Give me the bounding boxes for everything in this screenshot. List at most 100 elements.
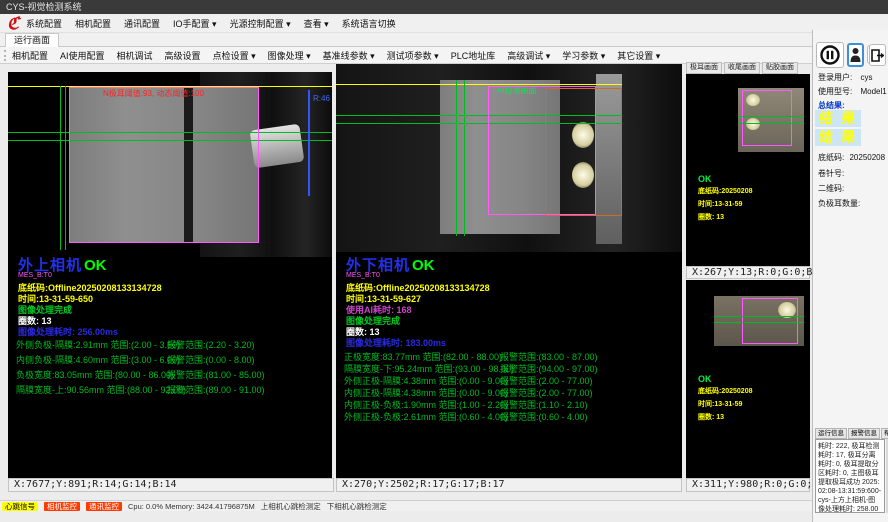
- measurement-list: 正极宽度:83.77mm 范围:(82.00 - 88.00) 报警范围:(83…: [336, 350, 666, 422]
- log-tab[interactable]: 运行信息: [815, 428, 847, 439]
- toolbar-button[interactable]: 高级设置: [165, 49, 201, 62]
- measurement-row: 隔膜宽度-上:90.56mm 范围:(88.00 - 92.00) 报警范围:(…: [8, 383, 332, 398]
- roi-rect-orange: [545, 88, 622, 216]
- annotation-green-hline: [714, 322, 804, 323]
- log-tab[interactable]: 帮助信息: [881, 428, 888, 439]
- login-value: cys: [860, 73, 872, 82]
- coords-bar-lower: X:270;Y:2502;R:17;G:17;B:17: [336, 478, 682, 492]
- control-panel: 登录用户: cys 使用型号: Model1 总结果: 结 果 结 果 底纸码:…: [812, 30, 888, 522]
- menu-item[interactable]: 系统配置: [26, 17, 62, 30]
- aux-view-tab[interactable]: 收尾画面: [724, 62, 760, 74]
- annotation-green-vline: [456, 80, 457, 236]
- measurement-row: 负极宽度:83.05mm 范围:(80.00 - 86.00) 报警范围:(81…: [8, 368, 332, 383]
- app-logo-icon: ℭ: [3, 15, 23, 34]
- alarm-range: 报警范围:(2.20 - 3.20): [167, 338, 255, 351]
- toolbar-button[interactable]: 图像处理 ▾: [268, 49, 311, 62]
- toolbar-grip-icon[interactable]: [4, 50, 7, 61]
- pause-icon: [820, 45, 840, 65]
- tab-count-field: 负极耳数量:: [818, 198, 863, 209]
- toolbar-button[interactable]: 相机调试: [117, 49, 153, 62]
- measurement-value: 内侧负极-隔膜:4.60mm 范围:(3.00 - 6.00): [16, 353, 180, 366]
- proc-time-line: 图像处理耗时: 183.00ms: [346, 336, 446, 349]
- measurement-row: 正极宽度:83.77mm 范围:(82.00 - 88.00) 报警范围:(83…: [336, 350, 666, 362]
- toolbar-button[interactable]: 基准线参数 ▾: [323, 49, 375, 62]
- toolbar-button[interactable]: PLC地址库: [451, 49, 496, 62]
- mes-line: MES_B:T0: [18, 272, 52, 279]
- camera-view-lower[interactable]: AI检测画面 外下相机OK MES_B:T0 底纸码:Offline202502…: [336, 64, 682, 478]
- aux-info-line: 圈数: 13: [698, 412, 752, 422]
- aux-info-lines: 底纸码:20250208时间:13-31-59圈数: 13: [698, 386, 752, 422]
- exit-button[interactable]: [869, 44, 886, 66]
- toolbar-button[interactable]: 相机配置: [12, 49, 48, 62]
- measurement-row: 内侧正极-隔膜:4.38mm 范围:(0.00 - 9.00) 报警范围:(2.…: [336, 386, 666, 398]
- aux-info-lines: 底纸码:20250208 时间:13-31-59 圈数: 13: [698, 186, 752, 222]
- result-ok: OK: [84, 257, 107, 274]
- roi-threshold-label: N极耳阈值:93, 动态阈值:100: [103, 88, 204, 99]
- camera-view-upper[interactable]: N极耳阈值:93, 动态阈值:100 R:46 外上相机OK MES_B:T0 …: [8, 72, 332, 478]
- status-bar: 心跳信号 相机监控 通讯监控 Cpu: 0.0% Memory: 3424.41…: [0, 500, 812, 511]
- alarm-range: 报警范围:(0.00 - 8.00): [167, 353, 255, 366]
- alarm-range: 报警范围:(89.00 - 91.00): [167, 383, 265, 396]
- aux-info-line: 时间:13-31-59: [698, 199, 752, 209]
- menu-item[interactable]: 查看 ▾: [304, 17, 329, 30]
- needle-field: 卷针号:: [818, 168, 847, 179]
- comm-monitor-badge[interactable]: 通讯监控: [86, 502, 122, 511]
- result-ok: OK: [412, 257, 435, 274]
- measurement-row: 外侧负极-隔膜:2.91mm 范围:(2.00 - 3.50) 报警范围:(2.…: [8, 338, 332, 353]
- measurement-row: 外侧正极-负极:2.61mm 范围:(0.60 - 4.00) 报警范围:(0.…: [336, 410, 666, 422]
- login-label: 登录用户:: [818, 73, 852, 82]
- roi-rect-magenta: [742, 90, 792, 146]
- annotation-yellow-line: [336, 84, 622, 85]
- aux-view-tab[interactable]: 贴胶画面: [762, 62, 798, 74]
- menu-item[interactable]: 光源控制配置 ▾: [230, 17, 291, 30]
- aux-camera-view-2[interactable]: OK 底纸码:20250208时间:13-31-59圈数: 13: [686, 280, 810, 478]
- window-title: CYS-视觉检测系统: [6, 2, 82, 12]
- toolbar-button[interactable]: 测试项参数 ▾: [387, 49, 439, 62]
- paper-code-value: 20250208: [849, 153, 885, 162]
- user-button[interactable]: [847, 43, 864, 67]
- result-block-2: 结 果: [815, 129, 861, 146]
- result-ok: OK: [698, 374, 712, 384]
- menu-item[interactable]: IO手配置 ▾: [173, 17, 217, 30]
- tab-run-screen[interactable]: 运行画面: [5, 33, 59, 47]
- measurement-list: 外侧负极-隔膜:2.91mm 范围:(2.00 - 3.50) 报警范围:(2.…: [8, 338, 332, 398]
- menu-item[interactable]: 相机配置: [75, 17, 111, 30]
- log-tabs: 运行信息报警信息帮助信息: [815, 428, 888, 439]
- aux-camera-view-1[interactable]: OK 底纸码:20250208 时间:13-31-59 圈数: 13: [686, 74, 810, 266]
- toolbar-button[interactable]: 点检设置 ▾: [213, 49, 256, 62]
- aux-view-tab[interactable]: 极耳画面: [686, 62, 722, 74]
- toolbar-button[interactable]: 学习参数 ▾: [562, 49, 605, 62]
- pause-button[interactable]: [816, 42, 844, 68]
- annotation-green-vline: [464, 80, 465, 236]
- annotation-green-hline: [714, 316, 804, 317]
- log-output[interactable]: 耗时: 222, 极耳检测耗时: 17, 极耳分离耗时: 0, 极耳提取分区耗时…: [815, 439, 885, 513]
- r-value-label: R:46: [313, 94, 330, 103]
- camera-monitor-badge[interactable]: 相机监控: [44, 502, 80, 511]
- aux-info-line: 底纸码:20250208: [698, 386, 752, 396]
- log-tab[interactable]: 报警信息: [848, 428, 880, 439]
- toolbar-button[interactable]: 高级调试 ▾: [507, 49, 550, 62]
- tab-strip: [0, 33, 888, 47]
- tab-count-label: 负极耳数量:: [818, 199, 860, 208]
- needle-label: 卷针号:: [818, 169, 844, 178]
- toolbar-button[interactable]: 其它设置 ▾: [617, 49, 660, 62]
- model-label: 使用型号:: [818, 87, 852, 96]
- alarm-range: 报警范围:(81.00 - 85.00): [167, 368, 265, 381]
- aux-info-line: 底纸码:20250208: [698, 186, 752, 196]
- toolbar-button[interactable]: AI使用配置: [60, 49, 105, 62]
- main-menu: 系统配置相机配置通讯配置 IO手配置 ▾ 光源控制配置 ▾ 查看 ▾ 系统语言切换: [26, 14, 396, 33]
- heartbeat-badge[interactable]: 心跳信号: [2, 502, 38, 511]
- proc-time-line: 图像处理耗时: 256.00ms: [18, 325, 118, 338]
- upper-cam-heartbeat-text: 上相机心跳检测定: [261, 501, 321, 512]
- measurement-value: 外侧负极-隔膜:2.91mm 范围:(2.00 - 3.50): [16, 338, 180, 351]
- mes-line: MES_B:T0: [346, 272, 380, 279]
- measurement-row: 外侧正极-隔膜:4.38mm 范围:(0.00 - 9.00) 报警范围:(2.…: [336, 374, 666, 386]
- menu-item[interactable]: 系统语言切换: [342, 17, 396, 30]
- measurement-row: 内侧负极-隔膜:4.60mm 范围:(3.00 - 6.00) 报警范围:(0.…: [8, 353, 332, 368]
- annotation-green-hline: [738, 116, 804, 117]
- result-ok: OK: [698, 174, 712, 184]
- qrcode-label: 二维码:: [818, 184, 844, 193]
- menu-item[interactable]: 通讯配置: [124, 17, 160, 30]
- model-field: 使用型号: Model1: [818, 86, 887, 97]
- aux-info-line: 圈数: 13: [698, 212, 752, 222]
